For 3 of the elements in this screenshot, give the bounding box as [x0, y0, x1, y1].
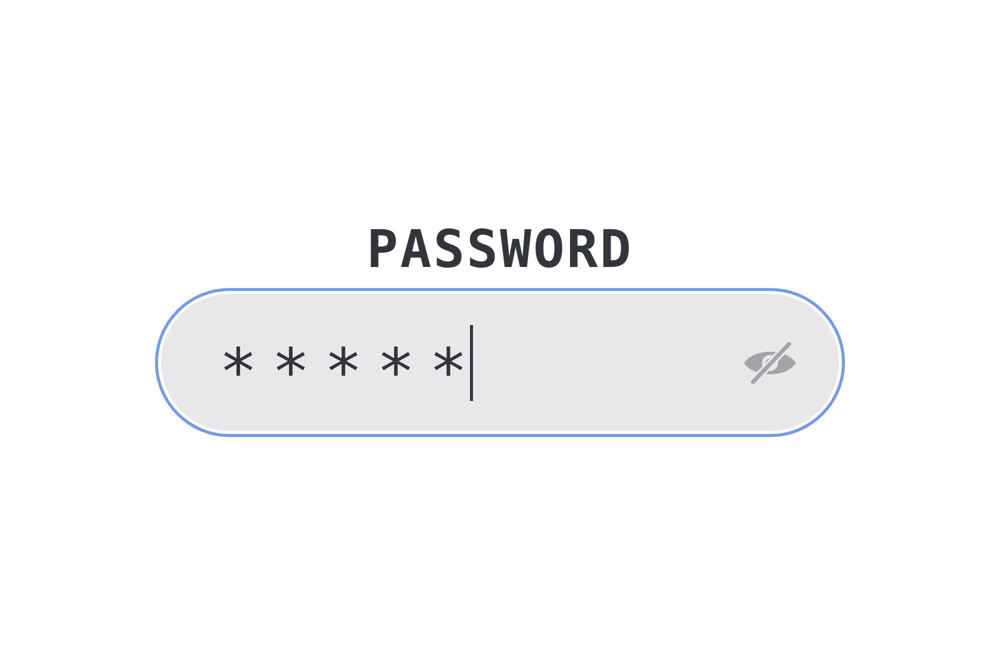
- field-label: PASSWORD: [366, 219, 634, 282]
- password-field[interactable]: *****: [158, 291, 842, 434]
- eye-slash-icon[interactable]: [741, 340, 799, 386]
